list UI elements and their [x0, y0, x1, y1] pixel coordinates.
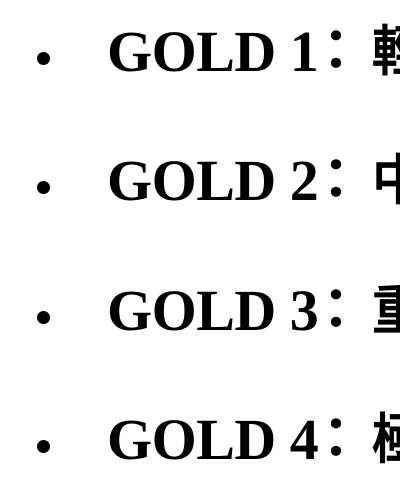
- list-item-gold-1: GOLD 1 ： 輕: [0, 12, 400, 92]
- bullet-icon: [37, 52, 50, 65]
- list-item-gold-3: GOLD 3 ： 重: [0, 271, 400, 351]
- gold-label: GOLD 2: [107, 148, 319, 213]
- gold-label: GOLD 3: [107, 278, 319, 343]
- separator: ：: [322, 16, 378, 81]
- bullet-icon: [37, 311, 50, 324]
- gold-level-list: GOLD 1 ： 輕 GOLD 2 ： 中 GOLD 3 ： 重 GOLD 4 …: [0, 0, 400, 502]
- separator: ：: [322, 275, 378, 340]
- severity-text: 輕: [372, 20, 400, 83]
- gold-label: GOLD 4: [107, 407, 319, 472]
- bullet-icon: [37, 440, 50, 453]
- severity-text: 極: [372, 408, 400, 471]
- list-item-gold-2: GOLD 2 ： 中: [0, 141, 400, 221]
- separator: ：: [322, 145, 378, 210]
- severity-text: 重: [372, 279, 400, 342]
- list-item-gold-4: GOLD 4 ： 極: [0, 400, 400, 480]
- bullet-icon: [37, 181, 50, 194]
- gold-label: GOLD 1: [107, 19, 319, 84]
- severity-text: 中: [372, 149, 400, 212]
- separator: ：: [322, 404, 378, 469]
